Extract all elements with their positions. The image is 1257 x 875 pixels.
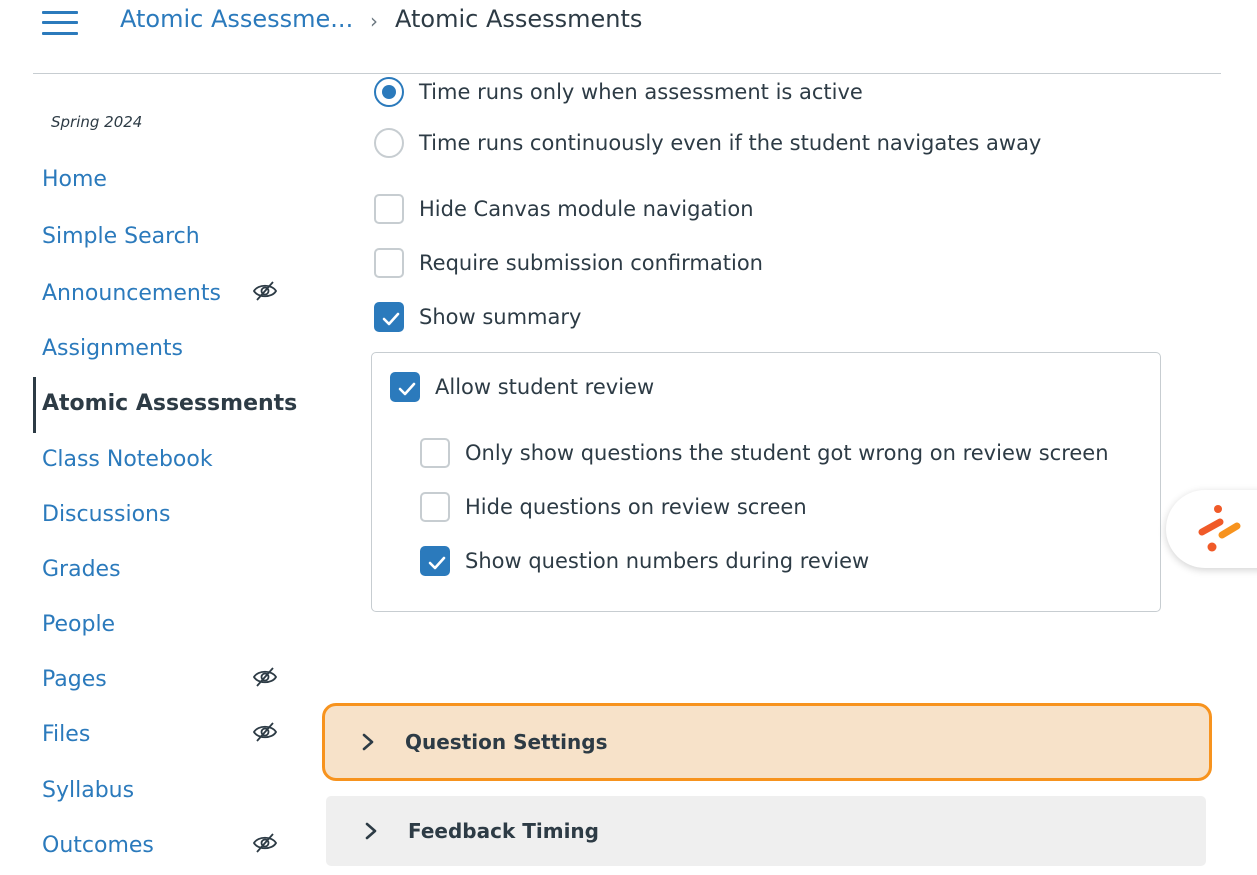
sidebar-item-files[interactable]: Files [42,722,90,747]
eye-slash-icon [252,281,278,301]
sidebar-item-announcements[interactable]: Announcements [42,281,221,306]
sidebar-item-pages[interactable]: Pages [42,667,107,692]
breadcrumb-current-page: Atomic Assessments [395,5,643,33]
only-wrong-questions-checkbox[interactable]: Only show questions the student got wron… [420,438,1109,468]
checkbox-label: Allow student review [435,375,655,399]
checkbox-unchecked-icon[interactable] [420,438,450,468]
checkbox-checked-icon[interactable] [374,302,404,332]
sidebar-item-assignments[interactable]: Assignments [42,336,183,361]
eye-slash-icon [252,667,278,687]
global-header: Atomic Assessme... › Atomic Assessments [0,0,1257,74]
term-label: Spring 2024 [51,113,143,131]
header-divider [33,73,1221,74]
checkbox-checked-icon[interactable] [420,546,450,576]
timer-continuous-radio[interactable]: Time runs continuously even if the stude… [374,128,1041,158]
assistant-logo-icon [1198,505,1241,552]
checkbox-unchecked-icon[interactable] [374,194,404,224]
feedback-timing-accordion[interactable]: Feedback Timing [326,796,1206,866]
show-question-numbers-checkbox[interactable]: Show question numbers during review [420,546,869,576]
checkbox-label: Hide Canvas module navigation [419,197,754,221]
hide-questions-checkbox[interactable]: Hide questions on review screen [420,492,807,522]
sidebar-item-people[interactable]: People [42,612,115,637]
radio-unselected-icon[interactable] [374,128,404,158]
sidebar-item-home[interactable]: Home [42,167,107,192]
hide-module-nav-checkbox[interactable]: Hide Canvas module navigation [374,194,754,224]
checkbox-label: Show summary [419,305,582,329]
eye-slash-icon [252,722,278,742]
breadcrumb-course-link[interactable]: Atomic Assessme... [120,5,353,33]
allow-review-checkbox[interactable]: Allow student review [390,372,654,402]
sidebar-item-class-notebook[interactable]: Class Notebook [42,447,213,472]
checkbox-label: Only show questions the student got wron… [465,441,1109,465]
checkbox-checked-icon[interactable] [390,372,420,402]
sidebar-item-grades[interactable]: Grades [42,557,121,582]
question-settings-accordion[interactable]: Question Settings [322,703,1212,781]
active-indicator [33,377,36,433]
sidebar-item-syllabus[interactable]: Syllabus [42,778,134,803]
assistant-widget-button[interactable] [1166,490,1257,568]
eye-slash-icon [252,833,278,853]
checkbox-unchecked-icon[interactable] [420,492,450,522]
hamburger-menu-icon[interactable] [42,8,78,38]
checkbox-label: Require submission confirmation [419,251,763,275]
chevron-right-icon [362,733,374,751]
chevron-right-icon [365,822,377,840]
sidebar-item-outcomes[interactable]: Outcomes [42,833,154,858]
timer-active-only-radio[interactable]: Time runs only when assessment is active [374,77,863,107]
accordion-label: Feedback Timing [408,819,599,843]
radio-selected-icon[interactable] [374,77,404,107]
radio-label: Time runs only when assessment is active [419,80,863,104]
breadcrumb-separator-icon: › [370,9,378,33]
show-summary-checkbox[interactable]: Show summary [374,302,581,332]
checkbox-unchecked-icon[interactable] [374,248,404,278]
accordion-label: Question Settings [405,730,608,754]
sidebar-item-discussions[interactable]: Discussions [42,502,170,527]
require-confirmation-checkbox[interactable]: Require submission confirmation [374,248,763,278]
sidebar-item-atomic-assessments[interactable]: Atomic Assessments [42,391,297,416]
checkbox-label: Show question numbers during review [465,549,870,573]
checkbox-label: Hide questions on review screen [465,495,807,519]
sidebar-item-simple-search[interactable]: Simple Search [42,224,200,249]
radio-label: Time runs continuously even if the stude… [419,131,1042,155]
